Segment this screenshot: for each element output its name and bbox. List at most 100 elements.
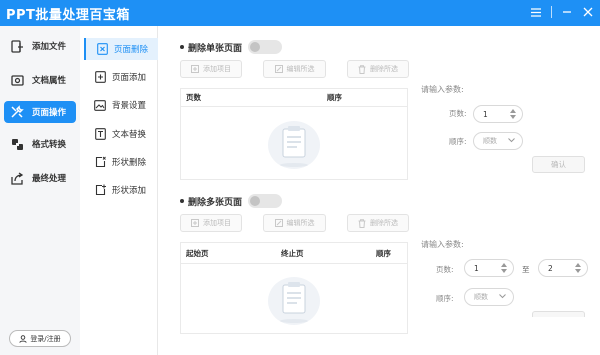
subnav-label: 页面添加 [112,73,147,83]
single-order-select[interactable]: 顺数 [473,132,523,150]
single-order-label: 顺序: [449,137,467,146]
window-controls [530,5,594,19]
sidebar-item-add-file[interactable]: 添加文件 [4,35,76,57]
image-icon [94,99,106,111]
multi-delete-title: 删除多张页面 [188,197,243,208]
subnav-label: 背景设置 [112,101,147,111]
subnav-label: 页面删除 [114,45,149,55]
multi-order-label: 顺序: [436,294,454,303]
chevron-down-icon [508,138,515,143]
multi-order-value: 顺数 [474,293,488,301]
multi-confirm-button-partial[interactable] [532,311,585,317]
format-convert-icon [10,137,24,151]
single-page-spinbox[interactable]: 1 [473,105,523,123]
multi-end-value: 2 [548,263,553,273]
single-delete-toggle[interactable] [248,40,283,54]
delete-page-icon [96,43,108,55]
table-header: 页数 顺序 [181,89,407,107]
trash-icon [358,218,366,228]
subnav-item-shape-add[interactable]: 形状添加 [84,179,158,201]
button-label: 编辑所选 [286,219,315,227]
single-delete-section-title: 删除单张页面 [180,40,283,54]
add-icon [191,219,199,227]
tools-icon [10,105,24,119]
single-params-title: 请输入参数: [421,85,464,94]
text-icon [94,128,106,140]
spin-arrows[interactable] [575,263,581,273]
single-confirm-button[interactable]: 确认 [532,156,585,173]
multi-delete-section-title: 删除多张页面 [180,194,283,208]
multi-delete-toggle[interactable] [248,194,283,208]
sub-navigation: 页面删除 页面添加 背景设置 文本替换 形状删除 形状添加 [80,26,158,355]
add-icon [191,65,199,73]
range-to-label: 至 [522,265,530,274]
sidebar-item-document-properties[interactable]: 文档属性 [4,69,76,91]
multi-edit-selected-button[interactable]: 编辑所选 [263,214,326,232]
sidebar-item-label: 页面操作 [32,108,67,118]
multi-pages-table[interactable]: 起始页 终止页 顺序 [180,242,408,334]
multi-order-select[interactable]: 顺数 [464,288,514,306]
chevron-down-icon [499,294,506,299]
column-header-order: 顺序 [376,248,391,258]
trash-icon [358,64,366,74]
single-delete-selected-button[interactable]: 删除所选 [347,60,409,78]
sidebar-item-page-operations[interactable]: 页面操作 [4,101,76,123]
multi-delete-selected-button[interactable]: 删除所选 [347,214,409,232]
close-icon[interactable] [582,5,594,19]
login-register-button[interactable]: 登录/注册 [9,330,71,347]
edit-icon [274,65,283,73]
sidebar-item-label: 格式转换 [32,140,67,150]
add-page-icon [94,71,106,83]
app-title: PPT批量处理百宝箱 [6,8,130,23]
user-icon [19,334,27,343]
multi-page-label: 页数: [436,265,454,274]
subnav-item-text-replace[interactable]: 文本替换 [84,123,158,145]
subnav-item-page-add[interactable]: 页面添加 [84,66,158,88]
subnav-item-page-delete[interactable]: 页面删除 [84,38,158,60]
separator [551,6,552,18]
multi-end-spinbox[interactable]: 2 [538,259,588,277]
button-label: 添加项目 [203,65,231,73]
single-page-value: 1 [483,109,488,119]
multi-add-item-button[interactable]: 添加项目 [180,214,242,232]
shape-delete-icon [94,156,106,168]
button-label: 编辑所选 [286,65,315,73]
single-add-item-button[interactable]: 添加项目 [180,60,242,78]
minimize-icon[interactable] [561,5,573,19]
spin-arrows[interactable] [501,263,507,273]
login-label: 登录/注册 [30,334,61,343]
column-header-page: 页数 [186,93,201,102]
title-bar: PPT批量处理百宝箱 [0,0,600,26]
single-order-value: 顺数 [483,137,497,145]
single-pages-table[interactable]: 页数 顺序 [180,88,408,180]
column-header-end: 终止页 [281,248,304,258]
button-label: 删除所选 [370,65,398,73]
single-delete-title: 删除单张页面 [188,43,243,54]
subnav-item-background-settings[interactable]: 背景设置 [84,94,158,116]
multi-start-value: 1 [474,263,479,273]
multi-start-spinbox[interactable]: 1 [464,259,514,277]
bullet-dot [180,45,184,49]
empty-state-illustration [267,271,321,330]
single-edit-selected-button[interactable]: 编辑所选 [263,60,326,78]
sidebar-item-format-convert[interactable]: 格式转换 [4,133,76,155]
sidebar-item-label: 添加文件 [32,42,67,52]
subnav-label: 形状添加 [112,186,147,196]
sidebar-item-label: 最终处理 [32,174,67,184]
edit-icon [274,219,283,227]
add-file-icon [10,39,24,53]
sidebar: 添加文件 文档属性 页面操作 格式转换 最终处理 登录/注册 [0,26,80,355]
export-icon [10,171,24,185]
bullet-dot [180,199,184,203]
sidebar-item-label: 文档属性 [32,76,67,86]
subnav-label: 文本替换 [112,130,147,140]
subnav-item-shape-delete[interactable]: 形状删除 [84,151,158,173]
document-properties-icon [10,73,24,87]
shape-add-icon [94,184,106,196]
menu-icon[interactable] [530,5,542,19]
subnav-label: 形状删除 [112,158,147,168]
spin-arrows[interactable] [510,109,516,119]
single-page-label: 页数: [449,109,467,118]
sidebar-item-final-processing[interactable]: 最终处理 [4,167,76,189]
column-header-order: 顺序 [327,93,342,102]
